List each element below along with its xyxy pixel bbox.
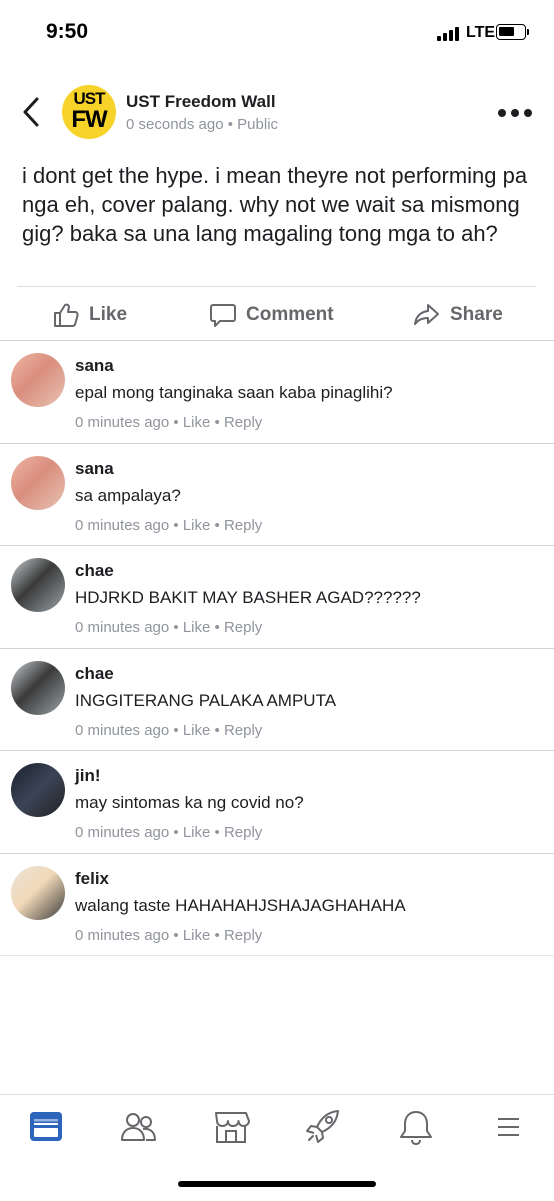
- post-header: UST FW UST Freedom Wall 0 seconds ago • …: [0, 80, 554, 148]
- comment-time: 0 minutes ago: [75, 927, 170, 944]
- thumbs-up-icon: [54, 303, 79, 327]
- meta-separator: •: [210, 619, 224, 636]
- page-avatar[interactable]: UST FW: [62, 85, 116, 139]
- post-timestamp[interactable]: 0 seconds ago: [126, 116, 224, 133]
- meta-separator: •: [210, 722, 224, 739]
- comment-reply-link[interactable]: Reply: [224, 824, 262, 841]
- menu-icon[interactable]: [488, 1109, 528, 1145]
- avatar[interactable]: [11, 661, 65, 715]
- comment-text: epal mong tanginaka saan kaba pinaglihi?: [75, 383, 393, 402]
- comment-text: HDJRKD BAKIT MAY BASHER AGAD??????: [75, 588, 421, 607]
- comment-meta: 0 minutes ago • Like • Reply: [75, 927, 262, 944]
- comment-like-link[interactable]: Like: [183, 927, 211, 944]
- bell-icon[interactable]: [396, 1109, 436, 1146]
- more-options-button[interactable]: [498, 106, 534, 120]
- like-label: Like: [89, 304, 128, 325]
- comment-item: sana sa ampalaya? 0 minutes ago • Like •…: [0, 444, 554, 546]
- battery-icon: [496, 24, 526, 40]
- meta-separator: •: [223, 116, 238, 133]
- avatar[interactable]: [11, 456, 65, 510]
- comment-time: 0 minutes ago: [75, 619, 170, 636]
- comment-time: 0 minutes ago: [75, 414, 170, 431]
- comment-icon: [210, 304, 236, 327]
- rocket-icon[interactable]: [304, 1109, 344, 1145]
- comment-author[interactable]: sana: [75, 356, 114, 376]
- avatar[interactable]: [11, 866, 65, 920]
- cellular-signal-icon: [437, 27, 461, 41]
- comment-like-link[interactable]: Like: [183, 414, 211, 431]
- comment-label: Comment: [246, 304, 334, 325]
- divider: [17, 286, 536, 287]
- comment-time: 0 minutes ago: [75, 824, 170, 841]
- comment-item: felix walang taste HAHAHAHJSHAJAGHAHAHA …: [0, 854, 554, 956]
- comment-time: 0 minutes ago: [75, 722, 170, 739]
- comment-author[interactable]: chae: [75, 561, 114, 581]
- privacy-label: Public: [237, 116, 279, 133]
- chevron-left-icon: [23, 97, 39, 127]
- comment-text: sa ampalaya?: [75, 486, 181, 505]
- comment-meta: 0 minutes ago • Like • Reply: [75, 824, 262, 841]
- post-meta: 0 seconds ago • Public: [126, 116, 278, 133]
- comment-time: 0 minutes ago: [75, 517, 170, 534]
- comment-item: chae INGGITERANG PALAKA AMPUTA 0 minutes…: [0, 649, 554, 751]
- meta-separator: •: [169, 414, 183, 431]
- network-label: LTE: [466, 24, 496, 41]
- post-actions: Like Comment Share: [0, 290, 554, 340]
- comment-reply-link[interactable]: Reply: [224, 927, 262, 944]
- meta-separator: •: [169, 517, 183, 534]
- divider: [0, 955, 554, 956]
- meta-separator: •: [169, 824, 183, 841]
- post-text: i dont get the hype. i mean theyre not p…: [22, 163, 528, 246]
- comment-reply-link[interactable]: Reply: [224, 619, 262, 636]
- comment-author[interactable]: chae: [75, 664, 114, 684]
- comment-item: sana epal mong tanginaka saan kaba pinag…: [0, 341, 554, 443]
- meta-separator: •: [169, 722, 183, 739]
- comment-author[interactable]: felix: [75, 869, 109, 889]
- comment-like-link[interactable]: Like: [183, 619, 211, 636]
- friends-icon[interactable]: [119, 1109, 159, 1145]
- comment-meta: 0 minutes ago • Like • Reply: [75, 619, 262, 636]
- avatar[interactable]: [11, 763, 65, 817]
- meta-separator: •: [169, 619, 183, 636]
- comment-like-link[interactable]: Like: [183, 517, 211, 534]
- battery-cap: [527, 29, 529, 35]
- comment-author[interactable]: jin!: [75, 766, 101, 786]
- comment-reply-link[interactable]: Reply: [224, 517, 262, 534]
- meta-separator: •: [210, 517, 224, 534]
- home-indicator[interactable]: [178, 1181, 376, 1187]
- comment-text: INGGITERANG PALAKA AMPUTA: [75, 691, 337, 710]
- status-bar: 9:50 LTE: [0, 0, 554, 66]
- status-time: 9:50: [46, 20, 89, 43]
- comment-button[interactable]: Comment: [209, 290, 334, 340]
- comment-text: walang taste HAHAHAHJSHAJAGHAHAHA: [75, 896, 406, 915]
- comment-reply-link[interactable]: Reply: [224, 722, 262, 739]
- avatar-logo-line2: FW: [71, 106, 107, 133]
- news-feed-icon[interactable]: [26, 1109, 66, 1145]
- comment-like-link[interactable]: Like: [183, 722, 211, 739]
- back-button[interactable]: [20, 95, 44, 129]
- meta-separator: •: [169, 927, 183, 944]
- avatar[interactable]: [11, 353, 65, 407]
- page-name[interactable]: UST Freedom Wall: [126, 92, 276, 112]
- share-label: Share: [450, 304, 503, 325]
- avatar[interactable]: [11, 558, 65, 612]
- comment-item: chae HDJRKD BAKIT MAY BASHER AGAD?????? …: [0, 546, 554, 648]
- comment-meta: 0 minutes ago • Like • Reply: [75, 722, 262, 739]
- comment-reply-link[interactable]: Reply: [224, 414, 262, 431]
- like-button[interactable]: Like: [52, 290, 127, 340]
- comment-item: jin! may sintomas ka ng covid no? 0 minu…: [0, 751, 554, 853]
- comment-like-link[interactable]: Like: [183, 824, 211, 841]
- comment-text: may sintomas ka ng covid no?: [75, 793, 304, 812]
- comment-meta: 0 minutes ago • Like • Reply: [75, 414, 262, 431]
- comment-author[interactable]: sana: [75, 459, 114, 479]
- meta-separator: •: [210, 927, 224, 944]
- share-icon: [414, 304, 439, 325]
- meta-separator: •: [210, 824, 224, 841]
- comment-meta: 0 minutes ago • Like • Reply: [75, 517, 262, 534]
- share-button[interactable]: Share: [412, 290, 503, 340]
- meta-separator: •: [210, 414, 224, 431]
- marketplace-icon[interactable]: [211, 1109, 251, 1145]
